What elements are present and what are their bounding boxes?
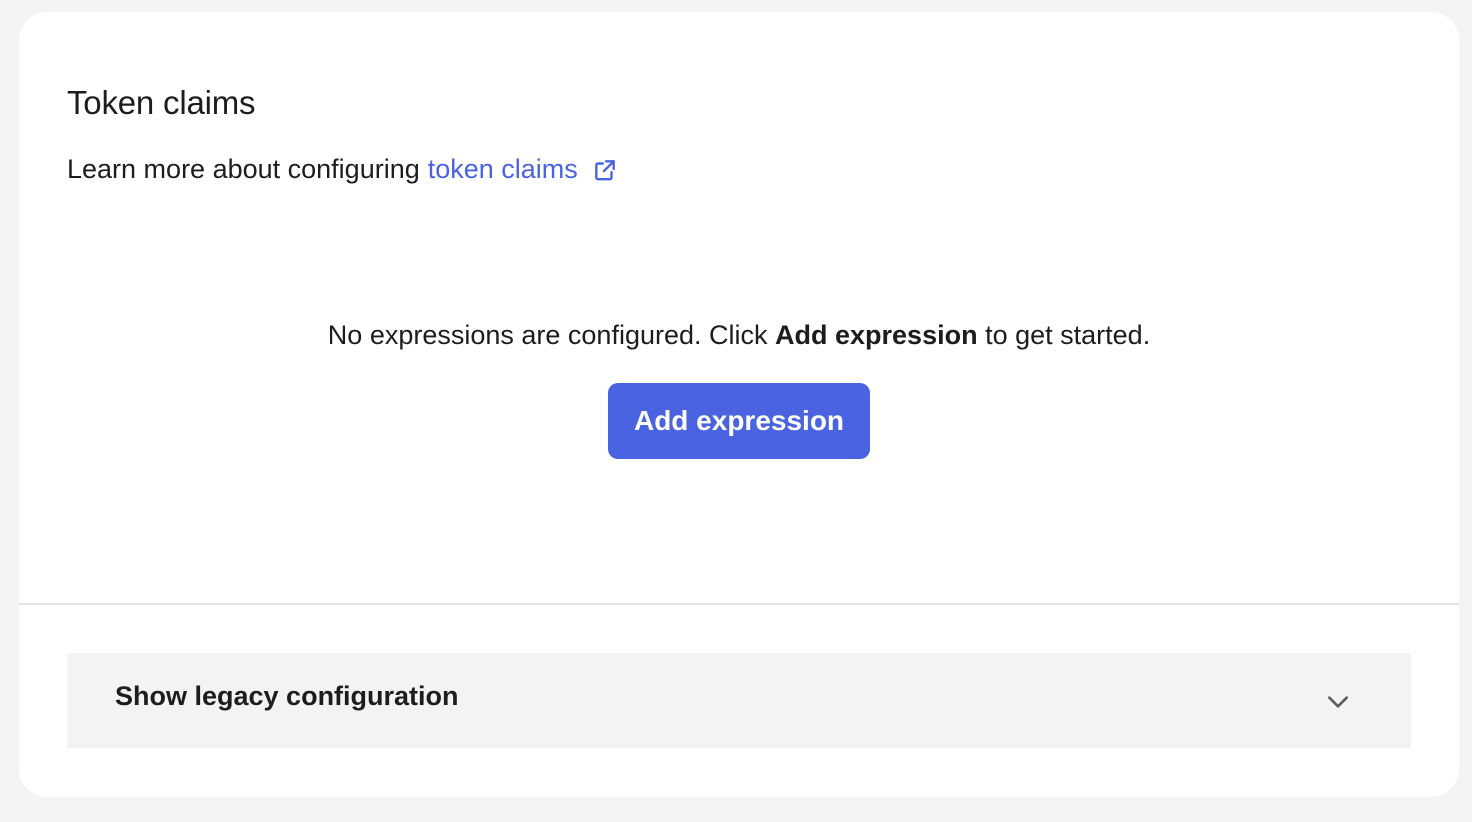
divider <box>19 603 1459 605</box>
learn-more-text: Learn more about configuring token claim… <box>67 154 618 185</box>
external-link-icon[interactable] <box>592 157 618 183</box>
legacy-configuration-label[interactable]: Show legacy configuration <box>115 681 459 712</box>
empty-state-text-after: to get started. <box>985 320 1151 350</box>
empty-state-message: No expressions are configured. Click Add… <box>19 320 1459 351</box>
legacy-configuration-toggle[interactable]: Show legacy configuration <box>67 653 1411 748</box>
learn-more-prefix: Learn more about configuring <box>67 154 420 184</box>
token-claims-link-label[interactable]: token claims <box>428 154 578 185</box>
add-expression-button[interactable]: Add expression <box>608 383 870 459</box>
section-title: Token claims <box>67 84 256 121</box>
token-claims-link[interactable]: token claims <box>428 154 618 185</box>
empty-state-text-bold: Add expression <box>775 320 978 350</box>
token-claims-card: Token claims Learn more about configurin… <box>19 12 1459 797</box>
chevron-down-icon[interactable] <box>1325 689 1351 715</box>
empty-state-text-before: No expressions are configured. Click <box>327 320 768 350</box>
